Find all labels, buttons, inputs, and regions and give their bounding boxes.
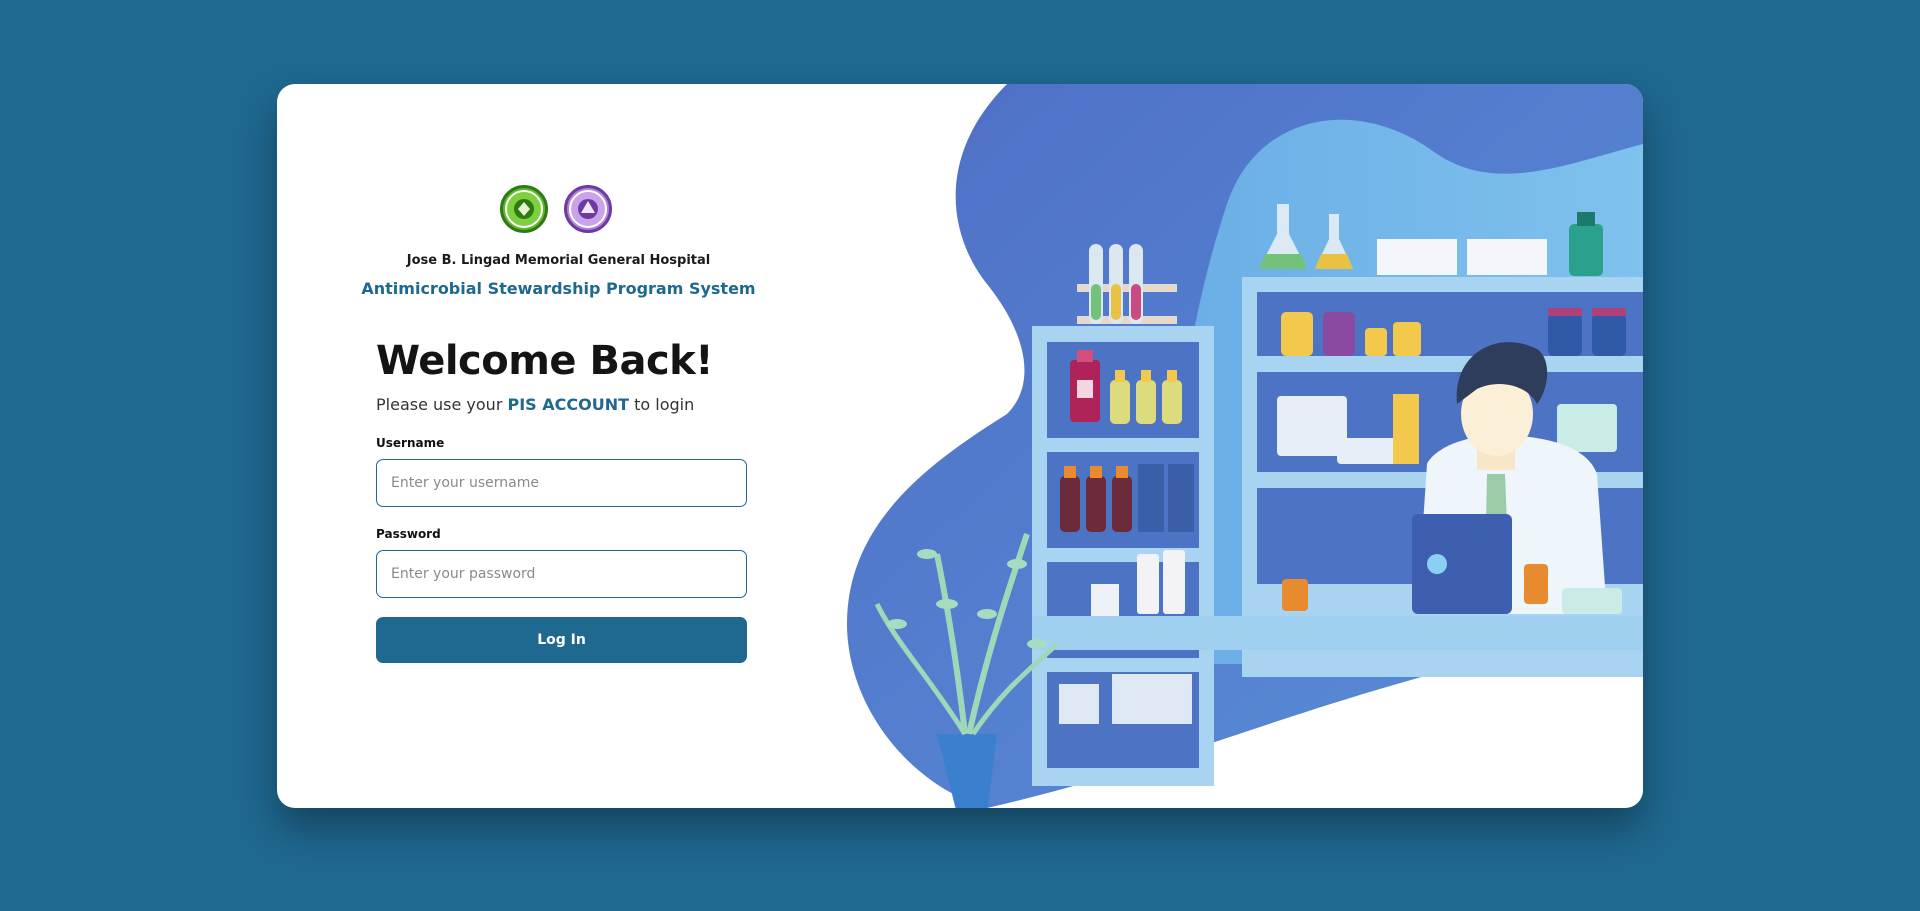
login-button[interactable]: Log In [376, 617, 747, 663]
subtitle-suffix: to login [629, 395, 695, 414]
pharmacist-illustration [837, 84, 1643, 808]
password-label: Password [376, 527, 441, 541]
password-input[interactable] [376, 550, 747, 598]
login-panel: Jose B. Lingad Memorial General Hospital… [277, 84, 837, 808]
page-title: Welcome Back! [376, 338, 714, 384]
province-seal-icon [564, 185, 612, 233]
hospital-seal-icon [500, 185, 548, 233]
system-name: Antimicrobial Stewardship Program System [361, 279, 756, 298]
username-input[interactable] [376, 459, 747, 507]
login-card: Jose B. Lingad Memorial General Hospital… [277, 84, 1643, 808]
username-label: Username [376, 436, 445, 450]
hospital-name: Jose B. Lingad Memorial General Hospital [406, 253, 711, 268]
subtitle-accent: PIS ACCOUNT [507, 395, 630, 414]
subtitle-prefix: Please use your [376, 395, 508, 414]
login-subtitle: Please use your PIS ACCOUNT to login [376, 395, 694, 414]
logo-group [500, 185, 612, 233]
